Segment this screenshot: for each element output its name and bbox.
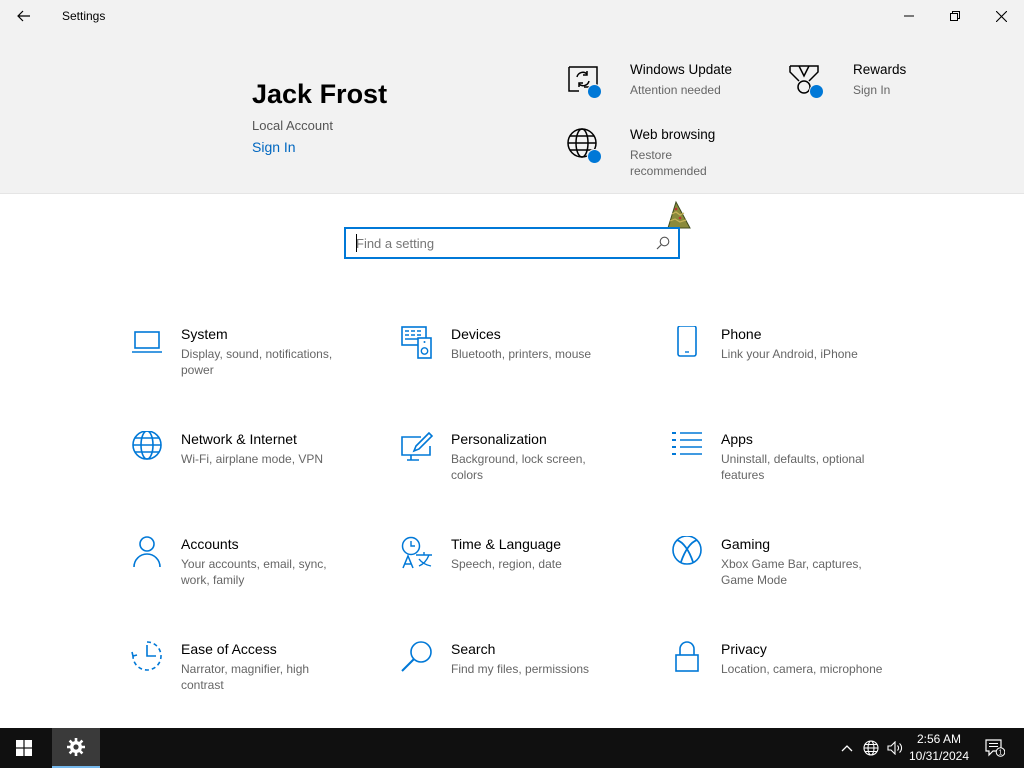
user-name: Jack Frost <box>252 79 388 109</box>
apps-subtitle: Uninstall, defaults, optional features <box>721 452 865 482</box>
back-arrow-icon <box>17 10 30 22</box>
restore-icon <box>950 11 960 21</box>
notification-count: 1 <box>999 750 1003 757</box>
taskbar: 2:56 AM 10/31/2024 1 <box>0 728 1024 768</box>
phone-subtitle: Link your Android, iPhone <box>721 347 858 361</box>
globe-icon <box>566 127 606 167</box>
ease-of-access-tile[interactable]: Ease of Access Narrator, magnifier, high… <box>131 641 381 721</box>
network-globe-icon <box>863 740 879 756</box>
globe-icon <box>132 431 162 460</box>
gaming-subtitle: Xbox Game Bar, captures, Game Mode <box>721 557 862 587</box>
time-language-title: Time & Language <box>451 536 561 552</box>
search-icon[interactable] <box>656 236 670 250</box>
gaming-tile[interactable]: Gaming Xbox Game Bar, captures, Game Mod… <box>671 536 921 616</box>
search-icon <box>401 641 432 672</box>
devices-icon <box>401 326 432 359</box>
network-tray-button[interactable] <box>860 728 882 768</box>
notification-icon: 1 <box>985 739 1005 757</box>
personalization-subtitle: Background, lock screen, colors <box>451 452 586 482</box>
xbox-icon <box>672 536 702 565</box>
search-box[interactable] <box>344 227 680 259</box>
search-title: Search <box>451 641 496 657</box>
windows-update-title: Windows Update <box>630 62 733 77</box>
lock-icon <box>675 641 699 672</box>
privacy-title: Privacy <box>721 641 767 657</box>
taskbar-clock[interactable]: 2:56 AM 10/31/2024 <box>900 731 978 765</box>
devices-title: Devices <box>451 326 501 342</box>
network-tile[interactable]: Network & Internet Wi-Fi, airplane mode,… <box>131 431 381 511</box>
accounts-tile[interactable]: Accounts Your accounts, email, sync, wor… <box>131 536 381 616</box>
show-hidden-icons-button[interactable] <box>838 728 856 768</box>
windows-logo-icon <box>16 740 32 756</box>
devices-tile[interactable]: Devices Bluetooth, printers, mouse <box>401 326 651 406</box>
sign-in-link[interactable]: Sign In <box>252 139 296 155</box>
accounts-subtitle: Your accounts, email, sync, work, family <box>181 557 327 587</box>
system-tile[interactable]: System Display, sound, notifications, po… <box>131 326 381 406</box>
search-tile[interactable]: Search Find my files, permissions <box>401 641 651 721</box>
accounts-title: Accounts <box>181 536 239 552</box>
windows-update-subtitle: Attention needed <box>630 83 721 97</box>
network-subtitle: Wi-Fi, airplane mode, VPN <box>181 452 324 466</box>
time-language-tile[interactable]: Time & Language Speech, region, date <box>401 536 651 616</box>
rewards-subtitle: Sign In <box>853 83 891 97</box>
start-button[interactable] <box>0 728 48 768</box>
personalization-icon <box>401 431 434 461</box>
apps-title: Apps <box>721 431 753 447</box>
phone-tile[interactable]: Phone Link your Android, iPhone <box>671 326 921 406</box>
action-center-button[interactable]: 1 <box>980 728 1010 768</box>
time-language-icon <box>401 536 432 569</box>
system-title: System <box>181 326 228 342</box>
search-input[interactable] <box>346 229 646 257</box>
apps-tile[interactable]: Apps Uninstall, defaults, optional featu… <box>671 431 921 511</box>
privacy-subtitle: Location, camera, microphone <box>721 662 883 676</box>
clock-date: 10/31/2024 <box>908 749 970 763</box>
ease-of-access-subtitle: Narrator, magnifier, high contrast <box>181 662 310 692</box>
text-caret <box>356 234 357 252</box>
ease-of-access-title: Ease of Access <box>181 641 277 657</box>
account-type: Local Account <box>252 118 333 133</box>
search-subtitle: Find my files, permissions <box>451 662 590 676</box>
devices-subtitle: Bluetooth, printers, mouse <box>451 347 592 361</box>
person-icon <box>133 536 161 568</box>
web-browsing-title: Web browsing <box>630 127 716 142</box>
minimize-icon <box>904 15 914 17</box>
chevron-up-icon <box>841 745 853 752</box>
phone-title: Phone <box>721 326 762 342</box>
web-browsing-link[interactable]: Web browsing Restore recommended <box>566 127 766 178</box>
windows-update-link[interactable]: Windows Update Attention needed <box>566 62 766 112</box>
system-subtitle: Display, sound, notifications, power <box>181 347 333 377</box>
phone-icon <box>677 326 697 357</box>
web-browsing-subtitle: Restore recommended <box>630 148 707 178</box>
close-icon <box>995 10 1007 22</box>
clock-time: 2:56 AM <box>916 732 962 746</box>
taskbar-settings-app[interactable] <box>52 728 100 768</box>
title-bar: Settings <box>0 0 1024 32</box>
ease-of-access-icon <box>131 641 162 671</box>
window-title: Settings <box>62 9 106 23</box>
apps-list-icon <box>672 432 702 455</box>
back-button[interactable] <box>10 4 38 28</box>
rewards-title: Rewards <box>853 62 907 77</box>
minimize-button[interactable] <box>886 0 932 32</box>
restore-button[interactable] <box>932 0 978 32</box>
time-language-subtitle: Speech, region, date <box>451 557 562 571</box>
network-title: Network & Internet <box>181 431 297 447</box>
laptop-icon <box>132 331 162 353</box>
rewards-link[interactable]: Rewards Sign In <box>788 62 928 112</box>
gear-icon <box>67 738 85 756</box>
windows-update-icon <box>566 62 606 102</box>
personalization-tile[interactable]: Personalization Background, lock screen,… <box>401 431 651 511</box>
close-button[interactable] <box>978 0 1024 32</box>
privacy-tile[interactable]: Privacy Location, camera, microphone <box>671 641 921 721</box>
header-panel: Jack Frost Local Account Sign In Windows… <box>0 32 1024 194</box>
personalization-title: Personalization <box>451 431 547 447</box>
rewards-icon <box>788 62 828 102</box>
gaming-title: Gaming <box>721 536 771 552</box>
